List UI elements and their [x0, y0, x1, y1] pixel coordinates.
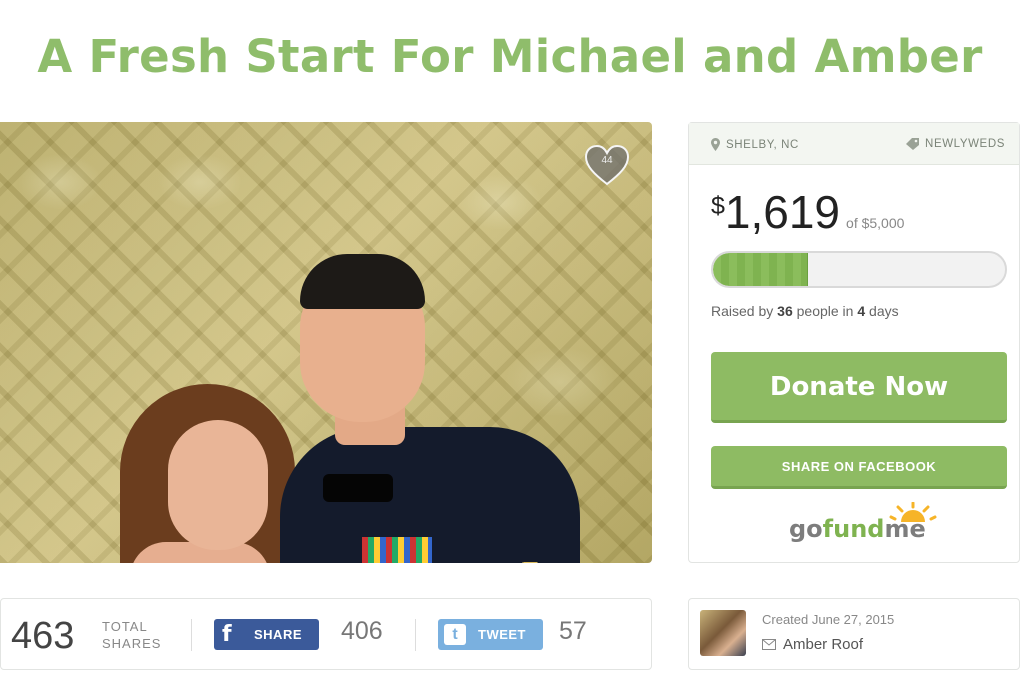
raised-by-text: Raised by 36 people in 4 days	[711, 303, 899, 319]
currency-symbol: $	[711, 192, 725, 220]
progress-bar	[711, 251, 1007, 288]
photo-figure	[168, 420, 268, 550]
divider	[415, 619, 416, 651]
location[interactable]: SHELBY, NC	[711, 138, 799, 151]
photo-figure	[323, 474, 393, 502]
photo-figure	[300, 254, 425, 309]
heart-count: 44	[601, 155, 613, 166]
facebook-icon: f	[222, 622, 232, 647]
logo-part: go	[789, 515, 823, 543]
days-label: days	[869, 303, 899, 319]
tweet-label: TWEET	[478, 627, 526, 642]
gofundme-sun-icon	[889, 502, 937, 522]
category-label: NEWLYWEDS	[925, 138, 1005, 150]
tweet-button[interactable]: t TWEET	[438, 619, 543, 650]
creator-name: Amber Roof	[783, 636, 864, 653]
logo-part: fund	[822, 515, 885, 543]
share-bar: 463 TOTAL SHARES f SHARE 406 t TWEET 57	[0, 598, 652, 670]
raised-by-prefix: Raised by	[711, 303, 774, 319]
total-label-line: TOTAL	[102, 619, 148, 634]
days-count: 4	[857, 303, 866, 319]
campaign-photo[interactable]	[0, 122, 652, 563]
card-header: SHELBY, NC NEWLYWEDS	[689, 123, 1019, 165]
map-pin-icon	[711, 138, 720, 151]
category[interactable]: NEWLYWEDS	[906, 138, 1005, 150]
people-count: 36	[777, 303, 793, 319]
total-shares-label: TOTAL SHARES	[102, 618, 161, 652]
twitter-icon: t	[444, 624, 466, 645]
creator-contact[interactable]: Amber Roof	[762, 636, 863, 653]
people-in-label: people in	[796, 303, 854, 319]
campaign-title: A Fresh Start For Michael and Amber	[37, 30, 983, 83]
avatar[interactable]	[700, 610, 746, 656]
donation-card: SHELBY, NC NEWLYWEDS $ 1,619 of $5,000 R…	[688, 122, 1020, 563]
facebook-share-count: 406	[341, 617, 383, 645]
envelope-icon	[762, 639, 776, 650]
location-label: SHELBY, NC	[726, 138, 799, 151]
divider	[191, 619, 192, 651]
facebook-share-label: SHARE	[254, 627, 303, 642]
donate-now-button[interactable]: Donate Now	[711, 352, 1007, 423]
total-shares-count: 463	[11, 615, 75, 657]
raised-value: 1,619	[724, 186, 841, 238]
photo-figure	[362, 537, 432, 563]
goal-text: of $5,000	[846, 215, 905, 231]
total-label-line: SHARES	[102, 636, 162, 651]
photo-figure	[495, 562, 555, 563]
share-on-facebook-button[interactable]: SHARE ON FACEBOOK	[711, 446, 1007, 489]
tag-icon	[906, 138, 920, 150]
created-date: Created June 27, 2015	[762, 612, 895, 627]
progress-fill	[713, 253, 808, 286]
creator-card: Created June 27, 2015 Amber Roof	[688, 598, 1020, 670]
facebook-share-button[interactable]: f SHARE	[214, 619, 319, 650]
raised-amount: $ 1,619 of $5,000	[711, 185, 904, 239]
twitter-share-count: 57	[559, 617, 587, 645]
